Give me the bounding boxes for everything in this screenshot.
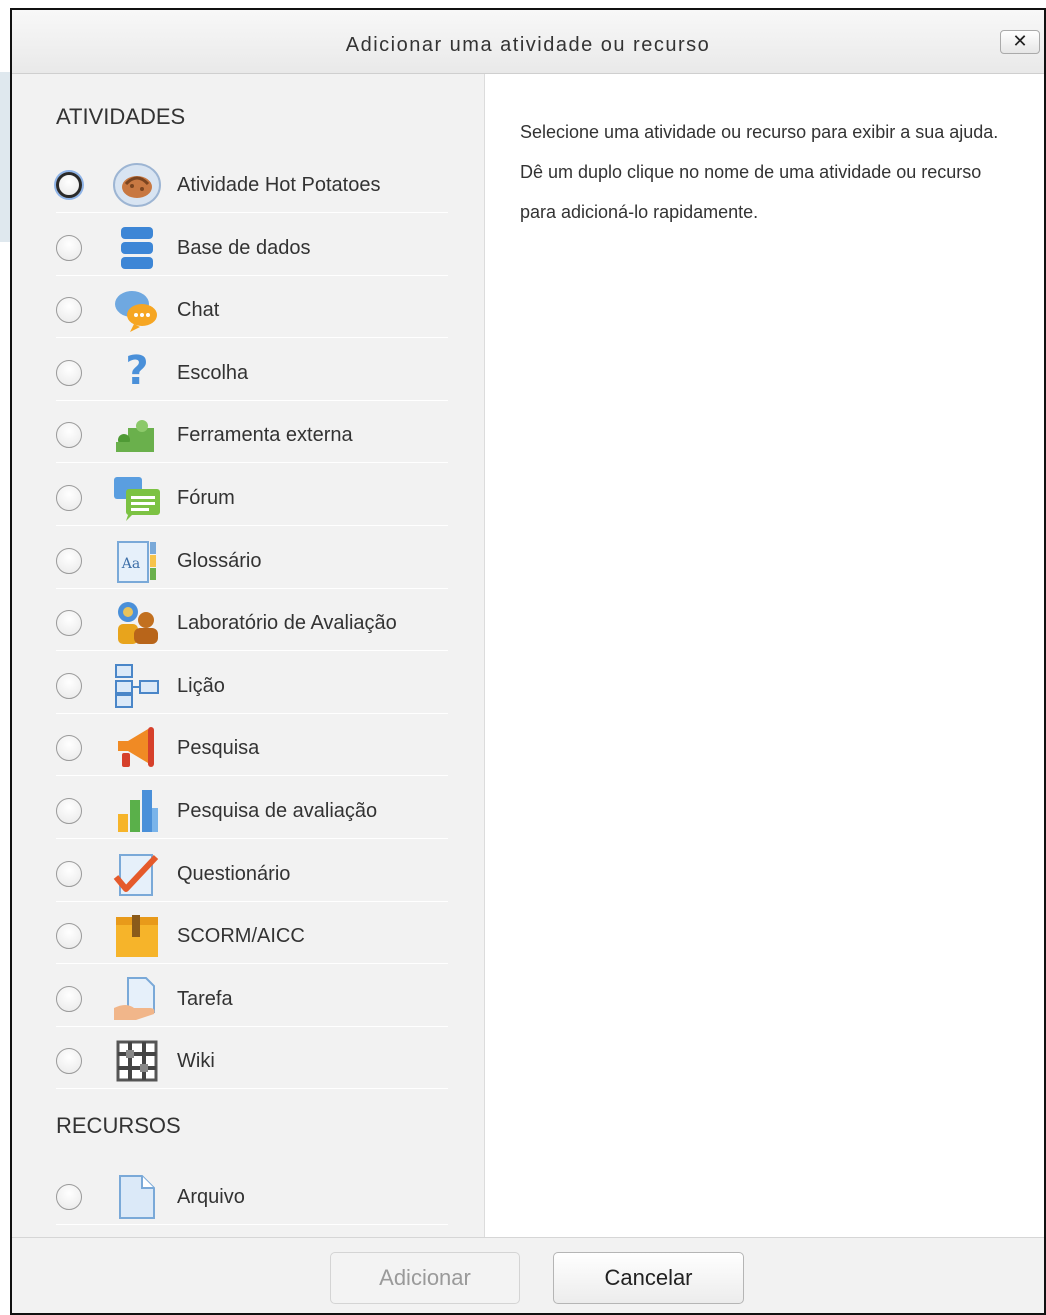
dialog-title: Adicionar uma atividade ou recurso — [345, 34, 711, 56]
quiz-icon — [112, 851, 162, 897]
option-forum[interactable]: Fórum — [56, 463, 448, 526]
close-button[interactable]: ✕ — [1000, 30, 1040, 54]
option-hot-potatoes[interactable]: Atividade Hot Potatoes — [56, 150, 448, 213]
option-radio[interactable] — [56, 923, 82, 950]
scorm-package-icon — [112, 913, 162, 959]
option-wiki[interactable]: Wiki — [56, 1026, 448, 1090]
assignment-icon — [112, 976, 162, 1022]
option-radio[interactable] — [56, 297, 82, 324]
option-label[interactable]: Tarefa — [177, 988, 233, 1011]
option-glossary[interactable]: Aa Glossário — [56, 526, 448, 589]
file-icon — [112, 1174, 162, 1220]
option-database[interactable]: Base de dados — [56, 213, 448, 276]
option-label[interactable]: Arquivo — [177, 1186, 245, 1209]
option-radio[interactable] — [56, 672, 82, 699]
option-label[interactable]: Fórum — [177, 487, 235, 510]
option-radio[interactable] — [56, 1184, 82, 1210]
help-text: Selecione uma atividade ou recurso para … — [520, 122, 999, 222]
page-background-strip — [0, 72, 10, 242]
option-quiz[interactable]: Questionário — [56, 839, 448, 902]
hot-potatoes-icon — [112, 162, 162, 208]
page-background-edge — [0, 0, 10, 1315]
lesson-icon — [112, 663, 162, 709]
help-pane: Selecione uma atividade ou recurso para … — [486, 74, 1044, 1237]
option-workshop[interactable]: Laboratório de Avaliação — [56, 588, 448, 652]
option-label[interactable]: Pesquisa de avaliação — [177, 800, 377, 823]
database-icon — [112, 225, 162, 271]
puzzle-icon — [112, 412, 162, 458]
option-label[interactable]: Lição — [177, 675, 225, 698]
option-label[interactable]: SCORM/AICC — [177, 925, 305, 948]
svg-text:?: ? — [125, 350, 148, 394]
option-bar-chart[interactable]: Pesquisa de avaliação — [56, 776, 448, 839]
workshop-icon — [112, 600, 162, 646]
option-radio[interactable] — [56, 485, 82, 511]
option-scorm-package[interactable]: SCORM/AICC — [56, 901, 448, 965]
options-pane[interactable]: ATIVIDADES Atividade Hot Potatoes Base de… — [12, 74, 485, 1237]
option-label[interactable]: Wiki — [177, 1050, 215, 1073]
activities-heading: ATIVIDADES — [56, 104, 186, 129]
glossary-icon: Aa — [112, 538, 162, 584]
svg-text:Aa: Aa — [121, 556, 140, 572]
option-label[interactable]: Chat — [177, 299, 219, 322]
option-megaphone[interactable]: Pesquisa — [56, 713, 448, 777]
chat-icon — [112, 287, 162, 333]
option-radio[interactable] — [56, 985, 82, 1012]
option-radio[interactable] — [56, 610, 82, 637]
dialog-titlebar: Adicionar uma atividade ou recurso ✕ — [12, 10, 1044, 74]
option-radio[interactable] — [56, 547, 82, 574]
option-lesson[interactable]: Lição — [56, 651, 448, 714]
option-label[interactable]: Glossário — [177, 550, 261, 573]
option-puzzle[interactable]: Ferramenta externa — [56, 400, 448, 464]
option-radio[interactable] — [56, 735, 82, 762]
option-radio[interactable] — [56, 860, 82, 887]
cancel-button[interactable]: Cancelar — [553, 1252, 744, 1304]
option-label[interactable]: Pesquisa — [177, 737, 259, 760]
option-label[interactable]: Ferramenta externa — [177, 424, 353, 447]
option-file[interactable]: Arquivo — [56, 1162, 448, 1225]
option-label[interactable]: Escolha — [177, 362, 248, 385]
question-mark-icon: ? — [112, 348, 162, 396]
forum-icon — [112, 475, 162, 521]
option-radio[interactable] — [56, 422, 82, 449]
option-label[interactable]: Atividade Hot Potatoes — [177, 174, 380, 197]
resources-heading: RECURSOS — [56, 1113, 181, 1138]
option-label[interactable]: Questionário — [177, 863, 290, 886]
wiki-icon — [112, 1038, 162, 1084]
add-activity-dialog: Adicionar uma atividade ou recurso ✕ ATI… — [10, 8, 1046, 1315]
option-radio[interactable] — [56, 172, 82, 198]
megaphone-icon — [112, 725, 162, 771]
option-radio[interactable] — [56, 798, 82, 824]
option-assignment[interactable]: Tarefa — [56, 964, 448, 1027]
option-question-mark[interactable]: ? Escolha — [56, 338, 448, 401]
option-label[interactable]: Laboratório de Avaliação — [177, 612, 397, 635]
option-label[interactable]: Base de dados — [177, 237, 310, 260]
option-radio[interactable] — [56, 1048, 82, 1075]
option-chat[interactable]: Chat — [56, 275, 448, 339]
option-radio[interactable] — [56, 359, 82, 386]
option-radio[interactable] — [56, 234, 82, 261]
add-button[interactable]: Adicionar — [330, 1252, 520, 1304]
bar-chart-icon — [112, 788, 162, 834]
dialog-footer: Adicionar Cancelar — [12, 1237, 1044, 1313]
